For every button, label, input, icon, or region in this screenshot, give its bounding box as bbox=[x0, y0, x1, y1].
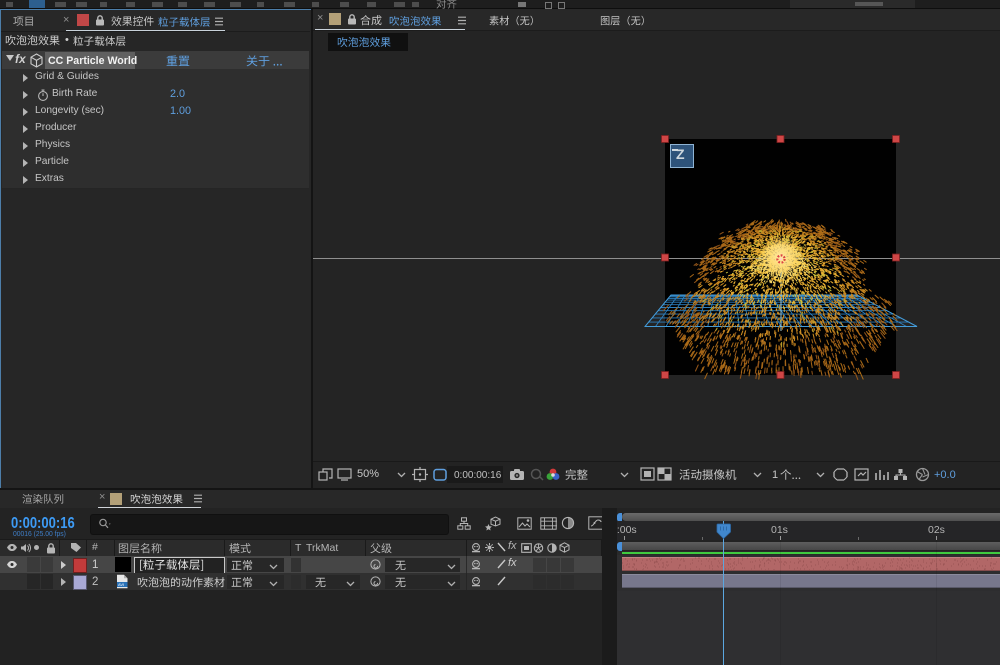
svg-text:AVI: AVI bbox=[118, 582, 124, 587]
